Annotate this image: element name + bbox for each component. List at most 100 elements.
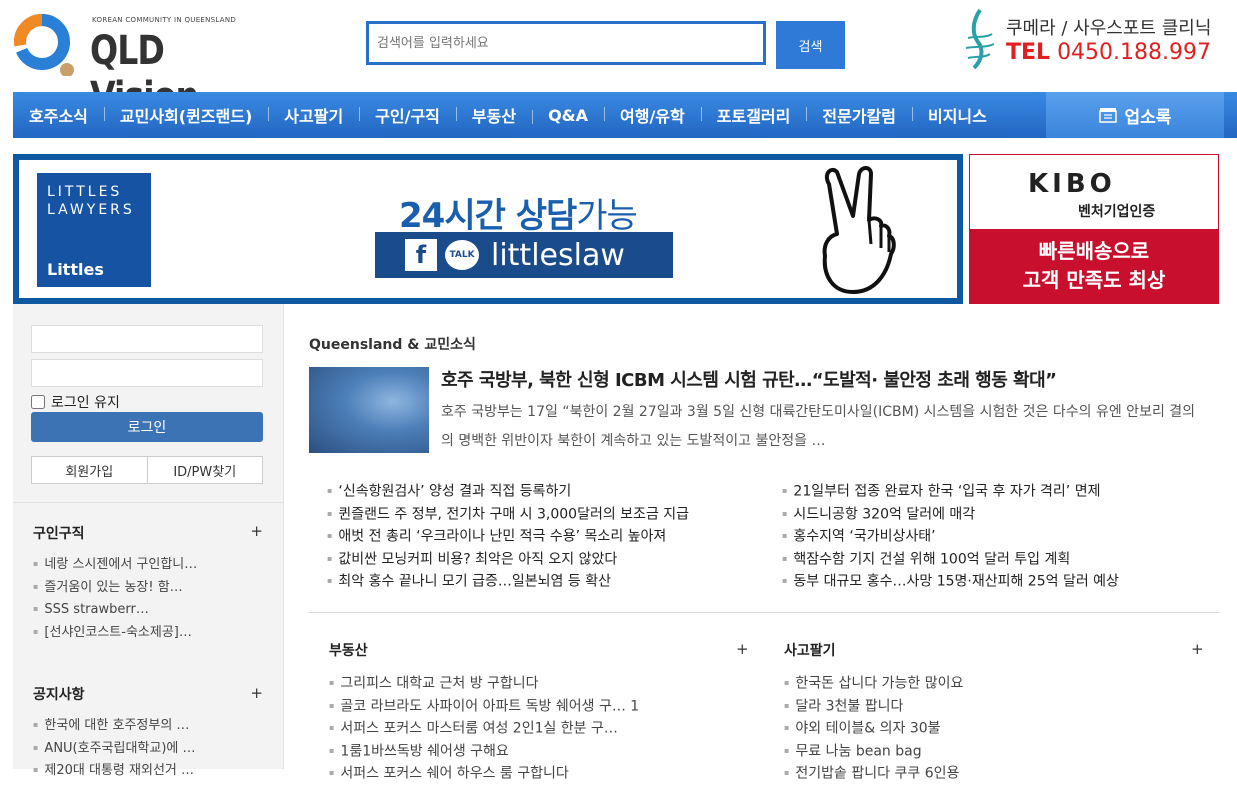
nav-item-aus-news[interactable]: 호주소식: [13, 103, 104, 127]
search-input[interactable]: [366, 21, 766, 65]
nav-item-community[interactable]: 교민사회(퀸즈랜드): [103, 103, 268, 127]
list-item[interactable]: 서퍼스 포커스 쉐어 하우스 룸 구합니다: [329, 762, 639, 785]
logo-ring-icon: [14, 14, 74, 76]
law-headline-light: 가능: [576, 196, 638, 236]
signup-button[interactable]: 회원가입: [31, 456, 148, 484]
list-item[interactable]: 1룸1바쓰독방 쉐어생 구해요: [329, 740, 639, 763]
realestate-more-button[interactable]: +: [736, 640, 749, 658]
law-banner-inner: LITTLES LAWYERS Littles 24시간 상담가능 f TALK …: [19, 160, 957, 298]
list-item[interactable]: SSS strawberr…: [33, 598, 263, 621]
keep-login[interactable]: 로그인 유지: [31, 392, 120, 412]
buysell-more-button[interactable]: +: [1191, 640, 1204, 658]
jobs-list: 네랑 스시젠에서 구인합니… 즐거움이 있는 농장! 함… SSS strawb…: [33, 553, 263, 643]
directory-icon: [1098, 108, 1117, 123]
news-item[interactable]: 애벗 전 총리 ‘우크라이나 난민 적극 수용’ 목소리 높아져: [327, 525, 689, 548]
list-item[interactable]: 야외 테이블& 의자 30불: [784, 717, 963, 740]
tel-number: 0450.188.997: [1057, 40, 1212, 65]
law-banner[interactable]: LITTLES LAWYERS Littles 24시간 상담가능 f TALK …: [13, 154, 963, 304]
nav-item-buy-sell[interactable]: 사고팔기: [268, 103, 359, 127]
kibo-logo: KIBO: [1028, 169, 1116, 199]
kibo-sub: 벤처기업인증: [1078, 204, 1156, 220]
section-title[interactable]: Queensland & 교민소식: [309, 334, 476, 354]
news-item[interactable]: 값비싼 모닝커피 비용? 최악은 아직 오지 않았다: [327, 548, 689, 571]
keep-login-checkbox[interactable]: [31, 395, 45, 409]
clinic-name: 쿠메라 / 사우스포트 클리닉: [1006, 18, 1212, 39]
buysell-title[interactable]: 사고팔기: [784, 640, 836, 660]
littles-line1: LITTLES: [47, 184, 123, 200]
list-item[interactable]: 한국에 대한 호주정부의 …: [33, 714, 263, 737]
nav-item-qna[interactable]: Q&A: [532, 106, 604, 125]
kakaotalk-icon: TALK: [445, 240, 479, 270]
nav-item-business[interactable]: 비지니스: [911, 103, 1003, 127]
clinic-ad[interactable]: 쿠메라 / 사우스포트 클리닉 TEL 0450.188.997: [958, 8, 1228, 72]
jobs-more-button[interactable]: +: [250, 522, 263, 540]
hand-gesture-icon: [822, 166, 896, 294]
news-item[interactable]: 최악 홍수 끝나니 모기 급증…일본뇌염 등 확산: [327, 570, 689, 593]
clinic-phone: TEL 0450.188.997: [1006, 40, 1211, 65]
realestate-title[interactable]: 부동산: [329, 640, 368, 660]
list-item[interactable]: ANU(호주국립대학교)에 …: [33, 737, 263, 760]
main-nav: 호주소식 교민사회(퀸즈랜드) 사고팔기 구인/구직 부동산 Q&A 여행/유학…: [13, 92, 1237, 138]
nav-item-realestate[interactable]: 부동산: [455, 103, 532, 127]
featured-title[interactable]: 호주 국방부, 북한 신형 ICBM 시스템 시험 규탄…“도발적· 불안정 초…: [441, 366, 1057, 392]
nav-item-directory[interactable]: 업소록: [1046, 92, 1224, 138]
password-field[interactable]: [31, 359, 263, 387]
list-item[interactable]: [선샤인코스트-숙소제공]…: [33, 621, 263, 644]
list-item[interactable]: 골코 라브라도 사파이어 아파트 독방 쉐어생 구… 1: [329, 695, 639, 718]
social-name: littleslaw: [491, 237, 625, 273]
notice-list: 한국에 대한 호주정부의 … ANU(호주국립대학교)에 … 제20대 대통령 …: [33, 714, 263, 782]
news-item[interactable]: 핵잠수함 기지 건설 위해 100억 달러 투입 계획: [782, 548, 1119, 571]
social-bar: f TALK littleslaw: [375, 232, 673, 278]
facebook-icon: f: [405, 239, 437, 271]
nav-item-travel[interactable]: 여행/유학: [604, 103, 701, 127]
littles-brand: Littles: [47, 260, 104, 279]
law-headline-bold: 24시간 상담: [399, 196, 577, 236]
news-item[interactable]: 동부 대규모 홍수…사망 15명·재산피해 25억 달러 예상: [782, 570, 1119, 593]
law-headline: 24시간 상담가능: [399, 188, 638, 237]
littles-logo-text: LITTLES LAWYERS: [47, 183, 135, 219]
list-item[interactable]: 서퍼스 포커스 마스터룸 여성 2인1실 한분 구…: [329, 717, 639, 740]
news-item[interactable]: ‘신속항원검사’ 양성 결과 직접 등록하기: [327, 480, 689, 503]
main-divider: [309, 612, 1219, 613]
news-list-left: ‘신속항원검사’ 양성 결과 직접 등록하기 퀸즐랜드 주 정부, 전기차 구매…: [327, 480, 689, 593]
search-button[interactable]: 검색: [776, 21, 845, 69]
username-field[interactable]: [31, 325, 263, 353]
site-logo[interactable]: KOREAN COMMUNITY IN QUEENSLAND QLD Visio…: [12, 10, 272, 120]
list-item[interactable]: 제20대 대통령 재외선거 …: [33, 759, 263, 782]
kibo-banner[interactable]: KIBO 벤처기업인증 빠른배송으로 고객 만족도 최상: [969, 154, 1219, 304]
kibo-message: 빠른배송으로 고객 만족도 최상: [970, 229, 1218, 303]
account-buttons: 회원가입 ID/PW찾기: [31, 456, 263, 484]
news-item[interactable]: 퀸즐랜드 주 정부, 전기차 구매 시 3,000달러의 보조금 지급: [327, 503, 689, 526]
nav-item-photo[interactable]: 포토갤러리: [700, 103, 807, 127]
notice-more-button[interactable]: +: [250, 684, 263, 702]
featured-desc: 호주 국방부는 17일 “북한이 2월 27일과 3월 5일 신형 대륙간탄도미…: [441, 404, 1196, 449]
littles-logo: LITTLES LAWYERS Littles: [37, 173, 151, 287]
realestate-list: 그리피스 대학교 근처 방 구합니다 골코 라브라도 사파이어 아파트 독방 쉐…: [329, 672, 639, 785]
news-item[interactable]: 홍수지역 ‘국가비상사태’: [782, 525, 1119, 548]
list-item[interactable]: 한국돈 삽니다 가능한 많이요: [784, 672, 963, 695]
find-account-button[interactable]: ID/PW찾기: [147, 456, 263, 484]
sidebar: 로그인 유지 로그인 회원가입 ID/PW찾기 구인구직 + 네랑 스시젠에서 …: [13, 304, 284, 778]
news-item[interactable]: 21일부터 접종 완료자 한국 ‘입국 후 자가 격리’ 면제: [782, 480, 1119, 503]
buysell-list: 한국돈 삽니다 가능한 많이요 달라 3천불 팝니다 야외 테이블& 의자 30…: [784, 672, 963, 785]
list-item[interactable]: 전기밥솥 팝니다 쿠쿠 6인용: [784, 762, 963, 785]
clinic-logo-icon: [965, 8, 995, 70]
list-item[interactable]: 즐거움이 있는 농장! 함…: [33, 576, 263, 599]
nav-item-column[interactable]: 전문가칼럼: [806, 103, 912, 127]
logo-tagline: KOREAN COMMUNITY IN QUEENSLAND: [92, 16, 237, 24]
notice-title[interactable]: 공지사항: [33, 684, 85, 704]
list-item[interactable]: 달라 3천불 팝니다: [784, 695, 963, 718]
jobs-title[interactable]: 구인구직: [33, 523, 85, 543]
featured-thumbnail[interactable]: [309, 367, 429, 453]
nav-item-jobs[interactable]: 구인/구직: [359, 103, 456, 127]
login-button[interactable]: 로그인: [31, 412, 263, 442]
tel-label: TEL: [1006, 40, 1051, 65]
site-header: KOREAN COMMUNITY IN QUEENSLAND QLD Visio…: [0, 0, 1237, 120]
list-item[interactable]: 그리피스 대학교 근처 방 구합니다: [329, 672, 639, 695]
list-item[interactable]: 무료 나눔 bean bag: [784, 740, 963, 763]
list-item[interactable]: 네랑 스시젠에서 구인합니…: [33, 553, 263, 576]
kibo-top: KIBO 벤처기업인증: [970, 155, 1218, 229]
sidebar-divider: [13, 502, 283, 503]
news-item[interactable]: 시드니공항 320억 달러에 매각: [782, 503, 1119, 526]
kibo-line1: 빠른배송으로: [1038, 239, 1150, 263]
